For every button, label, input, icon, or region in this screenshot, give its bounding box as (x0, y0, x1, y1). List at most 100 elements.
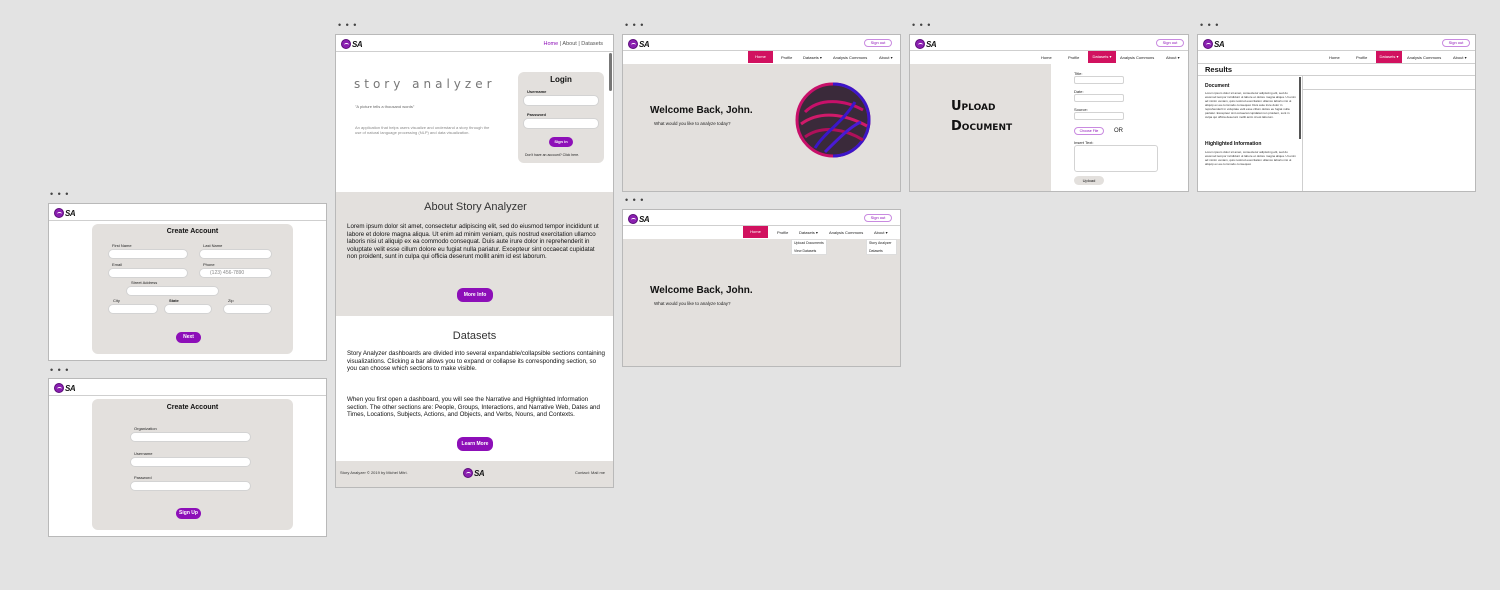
panel-title: Create Account (166, 404, 219, 411)
create-account-frame: SA Create Account First Name Last Name E… (48, 203, 327, 361)
nav-about-link[interactable]: About (562, 41, 576, 47)
create-account-panel: Create Account First Name Last Name Emai… (92, 224, 293, 354)
nav-datasets-link[interactable]: Datasets (581, 41, 603, 47)
first-name-label: First Name (112, 243, 132, 248)
logo[interactable]: SA (628, 214, 650, 224)
city-field[interactable] (108, 304, 158, 314)
story-logo-graphic (795, 82, 871, 158)
title-field[interactable] (1074, 76, 1124, 84)
first-name-field[interactable] (108, 249, 188, 259)
logo[interactable]: SA (915, 39, 937, 49)
frame-menu-dots[interactable]: • • • (912, 21, 931, 30)
signout-button[interactable]: Sign out (864, 39, 892, 47)
signin-button[interactable]: Sign in (549, 137, 573, 147)
insert-text-area[interactable] (1074, 145, 1158, 172)
logo-text: SA (474, 468, 485, 478)
logo-circle-icon (915, 39, 925, 49)
organization-field[interactable] (130, 432, 251, 442)
footer-contact[interactable]: Contact: Mail me (575, 471, 605, 475)
header-divider (49, 220, 326, 221)
nav-datasets[interactable]: Datasets ▾ (799, 230, 818, 235)
upload-button[interactable]: Upload (1074, 176, 1104, 185)
frame-menu-dots[interactable]: • • • (50, 366, 69, 375)
scrollbar[interactable] (609, 53, 612, 91)
signout-button[interactable]: Sign out (864, 214, 892, 222)
login-title: Login (550, 75, 572, 84)
nav-profile[interactable]: Profile (1068, 55, 1079, 60)
logo-text: SA (65, 383, 76, 393)
dashboard-frame: SA Sign out Home Profile Datasets ▾ Anal… (622, 34, 901, 192)
nav-analysis-commons[interactable]: Analysis Commons (1407, 55, 1441, 60)
nav-profile[interactable]: Profile (781, 55, 792, 60)
nav-analysis-commons[interactable]: Analysis Commons (1120, 55, 1154, 60)
nav-home-link[interactable]: Home (544, 41, 559, 47)
date-field[interactable] (1074, 94, 1124, 102)
footer-logo: SA (463, 468, 485, 478)
menu-item-datasets[interactable]: Datasets (869, 249, 883, 253)
nav-home[interactable]: Home (743, 226, 768, 238)
logo-text: SA (926, 39, 937, 49)
signup-button[interactable]: Sign Up (176, 508, 201, 519)
nav-about[interactable]: About ▾ (879, 55, 893, 60)
nav-separator: | (559, 41, 562, 47)
nav-analysis-commons[interactable]: Analysis Commons (833, 55, 867, 60)
last-name-field[interactable] (199, 249, 272, 259)
email-field[interactable] (108, 268, 188, 278)
nav-about[interactable]: About ▾ (1453, 55, 1467, 60)
logo[interactable]: SA (628, 39, 650, 49)
logo-text: SA (1214, 39, 1225, 49)
welcome-title: Welcome Back, John. (650, 105, 753, 116)
logo[interactable]: SA (1203, 39, 1225, 49)
zip-field[interactable] (223, 304, 272, 314)
nav-profile[interactable]: Profile (1356, 55, 1367, 60)
username-field[interactable] (130, 457, 251, 467)
logo-text: SA (65, 208, 76, 218)
nav-datasets[interactable]: Datasets ▾ (1088, 51, 1116, 63)
header-divider (910, 50, 1188, 51)
state-field[interactable] (164, 304, 212, 314)
panel-title: Create Account (166, 228, 219, 235)
nav-datasets[interactable]: Datasets ▾ (1376, 51, 1402, 63)
logo[interactable]: SA (341, 39, 363, 49)
logo[interactable]: SA (54, 208, 76, 218)
menu-item-story-analyzer[interactable]: Story Analyzer (869, 241, 892, 245)
more-info-button[interactable]: More Info (457, 288, 493, 302)
footer: Story Analyzer © 2019 by Michel Mitri. S… (336, 461, 613, 487)
frame-menu-dots[interactable]: • • • (50, 190, 69, 199)
footer-copyright: Story Analyzer © 2019 by Michel Mitri. (340, 470, 408, 475)
tagline: "A picture tells a thousand words" (355, 104, 415, 109)
nav-profile[interactable]: Profile (777, 230, 788, 235)
source-field[interactable] (1074, 112, 1124, 120)
username-field[interactable] (523, 95, 599, 106)
frame-menu-dots[interactable]: • • • (338, 21, 357, 30)
nav-datasets[interactable]: Datasets ▾ (803, 55, 822, 60)
about-section: About Story Analyzer Lorem ipsum dolor s… (336, 192, 613, 316)
nav-home[interactable]: Home (1329, 55, 1340, 60)
frame-menu-dots[interactable]: • • • (625, 21, 644, 30)
password-field[interactable] (523, 118, 599, 129)
street-field[interactable] (126, 286, 219, 296)
menu-item-upload-documents[interactable]: Upload Documents (794, 241, 824, 245)
nav-about[interactable]: About ▾ (1166, 55, 1180, 60)
phone-field[interactable]: (123) 456-7890 (199, 268, 272, 278)
results-frame: SA Sign out Home Profile Datasets ▾ Anal… (1197, 34, 1476, 192)
no-account-link[interactable]: Don't have an account? Click here. (525, 153, 579, 157)
logo[interactable]: SA (54, 383, 76, 393)
learn-more-button[interactable]: Learn More (457, 437, 493, 451)
signout-button[interactable]: Sign out (1156, 39, 1184, 47)
logo-circle-icon (463, 468, 473, 478)
nav-home[interactable]: Home (748, 51, 773, 63)
menu-item-view-datasets[interactable]: View Datasets (794, 249, 816, 253)
scrollbar[interactable] (1299, 77, 1301, 139)
signout-button[interactable]: Sign out (1442, 39, 1470, 47)
frame-menu-dots[interactable]: • • • (1200, 21, 1219, 30)
nav-about[interactable]: About ▾ (874, 230, 888, 235)
choose-file-button[interactable]: Choose File (1074, 127, 1104, 135)
password-field[interactable] (130, 481, 251, 491)
welcome-subtitle: What would you like to analyze today? (654, 301, 731, 306)
nav-analysis-commons[interactable]: Analysis Commons (829, 230, 863, 235)
dashboard-dropdown-frame: SA Sign out Home Profile Datasets ▾ Anal… (622, 209, 901, 367)
nav-home[interactable]: Home (1041, 55, 1052, 60)
next-button[interactable]: Next (176, 332, 201, 343)
frame-menu-dots[interactable]: • • • (625, 196, 644, 205)
